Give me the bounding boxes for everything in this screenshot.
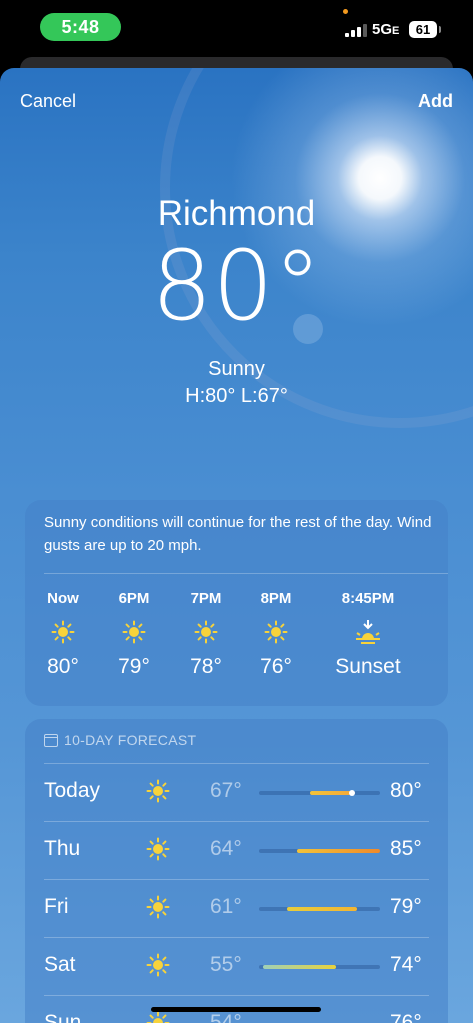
hour-label: 8PM bbox=[260, 590, 292, 607]
hour-label: Now bbox=[47, 590, 79, 607]
status-bar: 5:48 5GE 61 bbox=[0, 0, 473, 60]
low-temperature: 55° bbox=[210, 953, 242, 976]
divider bbox=[44, 879, 429, 880]
hourly-item: 6PM 79° bbox=[99, 590, 169, 679]
cancel-button[interactable]: Cancel bbox=[20, 91, 76, 112]
current-temperature-marker bbox=[349, 790, 356, 796]
hour-temperature: 80° bbox=[47, 655, 79, 678]
forecast-row[interactable]: Thu 64° 85° bbox=[25, 821, 448, 879]
divider bbox=[44, 995, 429, 996]
hourly-item: 7PM 78° bbox=[171, 590, 241, 679]
temperature-range-fill bbox=[309, 791, 353, 795]
divider bbox=[44, 763, 429, 764]
forecast-row[interactable]: Fri 61° 79° bbox=[25, 879, 448, 937]
sun-icon bbox=[146, 953, 170, 982]
high-temperature: 85° bbox=[390, 837, 422, 860]
hourly-forecast-card[interactable]: Sunny conditions will continue for the r… bbox=[25, 500, 448, 706]
high-temperature: 74° bbox=[390, 953, 422, 976]
high-temperature: 80° bbox=[390, 779, 422, 802]
low-temperature: 61° bbox=[210, 895, 242, 918]
sun-icon bbox=[171, 612, 241, 652]
forecast-row[interactable]: Today 67° 80° bbox=[25, 763, 448, 821]
hourly-item: Now 80° bbox=[28, 590, 98, 679]
current-temperature: 80° bbox=[151, 230, 322, 342]
sun-icon bbox=[146, 895, 170, 924]
calendar-icon bbox=[44, 733, 58, 747]
temperature-range-bar bbox=[259, 790, 380, 796]
home-indicator[interactable] bbox=[151, 1007, 321, 1012]
sunset-icon bbox=[332, 612, 404, 652]
temperature-range-fill bbox=[262, 965, 337, 969]
sun-icon bbox=[241, 612, 311, 652]
low-temperature: 67° bbox=[210, 779, 242, 802]
temperature-range-fill bbox=[286, 907, 357, 911]
forecast-day: Thu bbox=[44, 837, 81, 860]
divider bbox=[44, 573, 448, 574]
temperature-range-bar bbox=[259, 965, 380, 969]
current-condition: Sunny bbox=[208, 358, 265, 380]
sun-icon bbox=[99, 612, 169, 652]
divider bbox=[44, 821, 429, 822]
forecast-summary: Sunny conditions will continue for the r… bbox=[44, 514, 432, 554]
hourly-item: 8PM 76° bbox=[241, 590, 311, 679]
divider bbox=[44, 937, 429, 938]
forecast-day: Sat bbox=[44, 953, 76, 976]
forecast-day: Fri bbox=[44, 895, 69, 918]
add-button[interactable]: Add bbox=[418, 91, 453, 112]
forecast-row[interactable]: Sat 55° 74° bbox=[25, 937, 448, 995]
forecast-day: Sun bbox=[44, 1011, 82, 1023]
hour-label: 7PM bbox=[190, 590, 222, 607]
sun-icon bbox=[28, 612, 98, 652]
hour-temperature: 7 bbox=[420, 655, 448, 679]
high-temperature: 76° bbox=[390, 1011, 422, 1023]
status-time[interactable]: 5:48 bbox=[40, 13, 121, 41]
forecast-day: Today bbox=[44, 779, 101, 802]
temperature-range-bar bbox=[259, 907, 380, 911]
hour-label: 6PM bbox=[118, 590, 150, 607]
weather-preview-sheet: Cancel Add Richmond 80° Sunny H:80° L:67… bbox=[0, 68, 473, 1023]
hour-label: 9 bbox=[420, 590, 448, 612]
sun-icon bbox=[146, 1011, 170, 1023]
moon-icon: ☾ bbox=[420, 612, 448, 652]
hour-temperature: 76° bbox=[260, 655, 292, 678]
network-type: 5GE bbox=[372, 21, 400, 38]
hour-temperature: 78° bbox=[190, 655, 222, 678]
battery-icon: 61 bbox=[409, 21, 441, 38]
low-temperature: 54° bbox=[210, 1011, 242, 1023]
city-name: Richmond bbox=[157, 194, 316, 233]
hour-temperature: Sunset bbox=[335, 655, 401, 678]
privacy-indicator-icon bbox=[343, 9, 348, 14]
hour-label: 8:45PM bbox=[341, 590, 395, 607]
ten-day-forecast-header: 10-DAY FORECAST bbox=[44, 732, 196, 748]
ten-day-forecast-title: 10-DAY FORECAST bbox=[64, 732, 197, 748]
hourly-item: 9☾ 7 bbox=[420, 590, 448, 679]
sun-icon bbox=[146, 779, 170, 808]
cellular-signal-icon bbox=[345, 23, 367, 37]
ten-day-forecast-card[interactable]: 10-DAY FORECAST Today 67° 80° Thu 64° 85° Fri 6… bbox=[25, 719, 448, 1023]
hourly-item: 8:45PM Sunset bbox=[332, 590, 404, 679]
sun-icon bbox=[146, 837, 170, 866]
temperature-range-fill bbox=[296, 849, 380, 853]
high-low-temperature: H:80° L:67° bbox=[185, 385, 288, 407]
hour-temperature: 79° bbox=[118, 655, 150, 678]
low-temperature: 64° bbox=[210, 837, 242, 860]
high-temperature: 79° bbox=[390, 895, 422, 918]
temperature-range-bar bbox=[259, 849, 380, 853]
